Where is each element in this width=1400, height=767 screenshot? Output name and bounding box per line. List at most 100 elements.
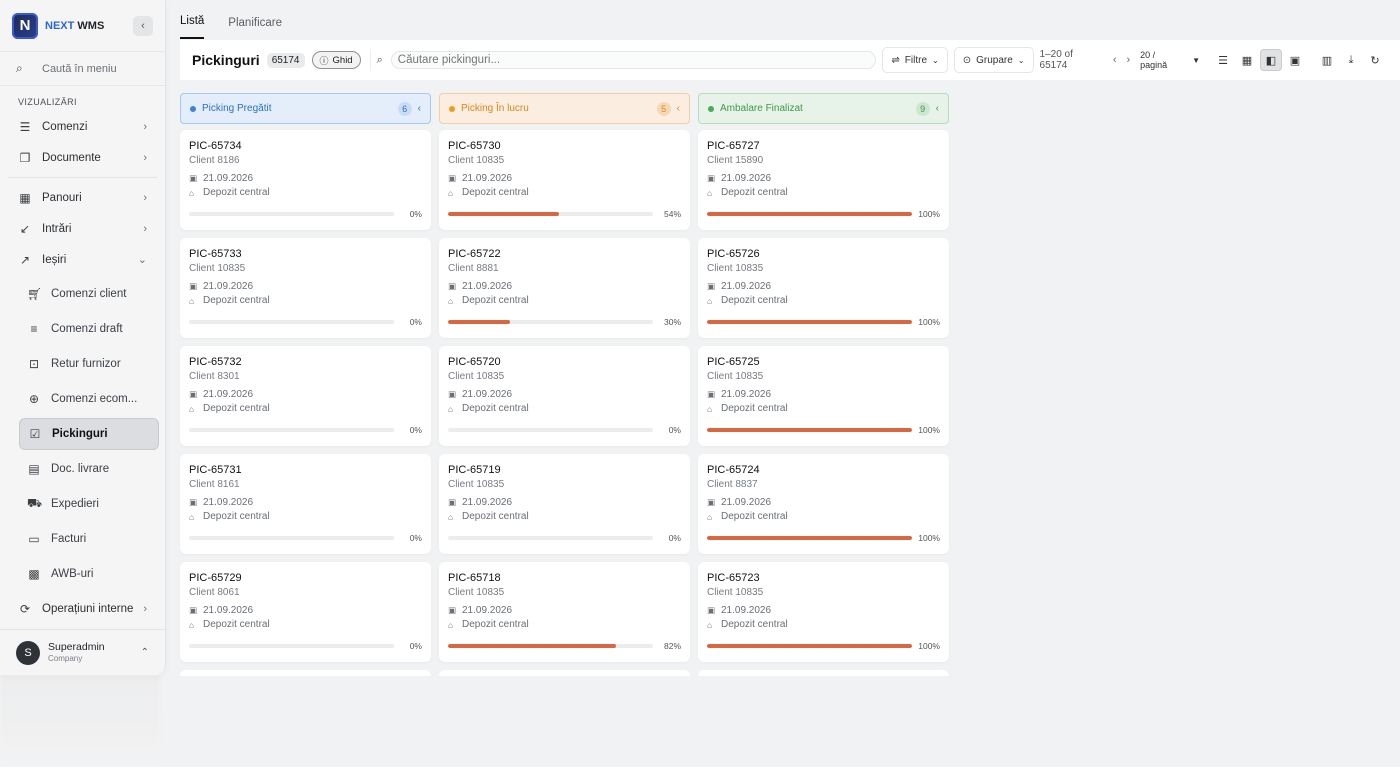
- sidebar-item-operatiuni-interne[interactable]: ⟳ Operațiuni interne ›: [0, 593, 165, 624]
- sidebar-subitem-facturi[interactable]: ▭ Facturi: [19, 523, 159, 555]
- sidebar-subitem-comenzi-ecom[interactable]: ⊕ Comenzi ecom...: [19, 383, 159, 415]
- documents-icon: ❐: [19, 150, 31, 165]
- prev-page-button[interactable]: ‹: [1113, 54, 1117, 66]
- invoice-icon: ▭: [28, 532, 40, 546]
- menu-search-placeholder: Caută în meniu: [42, 62, 117, 75]
- status-dot: [190, 105, 196, 112]
- column-header[interactable]: Ambalare Finalizat 9 ‹: [698, 93, 949, 124]
- calendar-icon: ▣: [707, 497, 716, 507]
- progress-value: 100%: [918, 533, 940, 543]
- warehouse-icon: ⌂: [707, 295, 713, 306]
- warehouse-icon: ⌂: [189, 403, 195, 414]
- sidebar-item-label: Comenzi: [42, 120, 88, 133]
- progress-track: [707, 428, 912, 432]
- qr-icon: ▩: [28, 567, 40, 581]
- list-view-icon[interactable]: ☰: [1212, 49, 1234, 71]
- progress-track: [707, 644, 912, 648]
- picking-card[interactable]: PIC-65734 Client 8186 ▣ 21.09.2026 ⌂ Dep…: [180, 130, 431, 230]
- sidebar-subitem-expedieri[interactable]: ⛟ Expedieri: [19, 488, 159, 520]
- download-icon[interactable]: ⤓: [1340, 49, 1362, 71]
- group-button[interactable]: ⊙ Grupare ⌄: [953, 47, 1034, 73]
- progress-value: 0%: [409, 641, 422, 651]
- user-menu[interactable]: S Superadmin Company ⌃: [0, 629, 165, 675]
- dashboard-icon: ▦: [19, 190, 31, 205]
- caret-down-icon: ▼: [1192, 55, 1200, 65]
- progress: 0%: [448, 425, 681, 435]
- sidebar-item-iesiri[interactable]: ↗ Ieșiri ⌄: [0, 244, 165, 275]
- picking-code: PIC-65720: [448, 356, 501, 368]
- client-name: Client 10835: [448, 587, 505, 598]
- calendar-view-icon[interactable]: ▣: [1284, 49, 1306, 71]
- picking-card[interactable]: PIC-65722 Client 8881 ▣ 21.09.2026 ⌂ Dep…: [439, 238, 690, 338]
- progress-value: 100%: [918, 641, 940, 651]
- sidebar-subitem-comenzi-draft[interactable]: ≡ Comenzi draft: [19, 313, 159, 345]
- picking-code: PIC-65730: [448, 140, 501, 152]
- card-warehouse: ⌂ Depozit central: [448, 403, 681, 414]
- menu-search[interactable]: ⌕ Caută în meniu: [0, 52, 165, 86]
- sidebar-subitem-retur-furnizor[interactable]: ⊡ Retur furnizor: [19, 348, 159, 380]
- calendar-icon: ▣: [189, 281, 198, 291]
- card-warehouse: ⌂ Depozit central: [189, 187, 422, 198]
- sidebar-subitem-label: Doc. livrare: [51, 463, 110, 475]
- picking-card[interactable]: PIC-65725 Client 10835 ▣ 21.09.2026 ⌂ De…: [698, 346, 949, 446]
- next-page-button[interactable]: ›: [1126, 54, 1130, 66]
- chevron-up-icon: ⌃: [140, 647, 149, 658]
- columns-icon[interactable]: ▥: [1316, 49, 1338, 71]
- app-logo[interactable]: N: [12, 12, 38, 39]
- sidebar-subitem-label: Comenzi draft: [51, 323, 123, 335]
- sidebar-subitem-awb[interactable]: ▩ AWB-uri: [19, 558, 159, 590]
- client-name: Client 10835: [707, 587, 764, 598]
- card-warehouse: ⌂ Depozit central: [448, 619, 681, 630]
- warehouse-value: Depozit central: [203, 403, 270, 414]
- picking-card[interactable]: PIC-65720 Client 10835 ▣ 21.09.2026 ⌂ De…: [439, 346, 690, 446]
- guide-label: Ghid: [332, 54, 353, 66]
- column-header[interactable]: Picking Pregătit 6 ‹: [180, 93, 431, 124]
- tab-lista[interactable]: Listă: [180, 15, 205, 39]
- column-title: Picking În lucru: [461, 103, 529, 114]
- calendar-icon: ▣: [189, 497, 198, 507]
- sidebar-item-documente[interactable]: ❐ Documente ›: [0, 142, 165, 173]
- card-date: ▣ 21.09.2026: [707, 389, 940, 400]
- sidebar-subitem-doc-livrare[interactable]: ▤ Doc. livrare: [19, 453, 159, 485]
- sidebar-item-intrari[interactable]: ↙ Intrări ›: [0, 213, 165, 244]
- picking-code: PIC-65723: [707, 572, 760, 584]
- collapse-column-icon[interactable]: ‹: [418, 103, 421, 114]
- picking-card[interactable]: PIC-65730 Client 10835 ▣ 21.09.2026 ⌂ De…: [439, 130, 690, 230]
- grid-view-icon[interactable]: ▦: [1236, 49, 1258, 71]
- collapse-column-icon[interactable]: ‹: [936, 103, 939, 114]
- picking-card[interactable]: PIC-65732 Client 8301 ▣ 21.09.2026 ⌂ Dep…: [180, 346, 431, 446]
- collapse-column-icon[interactable]: ‹: [677, 103, 680, 114]
- picking-card[interactable]: PIC-65733 Client 10835 ▣ 21.09.2026 ⌂ De…: [180, 238, 431, 338]
- picking-card[interactable]: PIC-65729 Client 8061 ▣ 21.09.2026 ⌂ Dep…: [180, 562, 431, 662]
- picking-code: PIC-65719: [448, 464, 501, 476]
- list-icon: ☰: [19, 119, 31, 134]
- picking-card[interactable]: PIC-65723 Client 10835 ▣ 21.09.2026 ⌂ De…: [698, 562, 949, 662]
- refresh-icon[interactable]: ↻: [1364, 49, 1386, 71]
- date-value: 21.09.2026: [462, 389, 513, 400]
- picking-card[interactable]: PIC-65726 Client 10835 ▣ 21.09.2026 ⌂ De…: [698, 238, 949, 338]
- page-size-value: 20 / pagină: [1140, 50, 1168, 70]
- kanban-view-icon[interactable]: ◧: [1260, 49, 1282, 71]
- picking-card[interactable]: PIC-65727 Client 15890 ▣ 21.09.2026 ⌂ De…: [698, 130, 949, 230]
- filter-button[interactable]: ⇌ Filtre ⌄: [882, 47, 948, 73]
- picking-card[interactable]: PIC-65731 Client 8161 ▣ 21.09.2026 ⌂ Dep…: [180, 454, 431, 554]
- picking-card[interactable]: PIC-65718 Client 10835 ▣ 21.09.2026 ⌂ De…: [439, 562, 690, 662]
- picking-card[interactable]: PIC-65724 Client 8837 ▣ 21.09.2026 ⌂ Dep…: [698, 454, 949, 554]
- sidebar-item-panouri[interactable]: ▦ Panouri ›: [0, 182, 165, 213]
- column-header[interactable]: Picking În lucru 5 ‹: [439, 93, 690, 124]
- guide-button[interactable]: ⓘ Ghid: [311, 51, 361, 69]
- card-date: ▣ 21.09.2026: [448, 389, 681, 400]
- picking-card[interactable]: PIC-65719 Client 10835 ▣ 21.09.2026 ⌂ De…: [439, 454, 690, 554]
- kanban-column: Ambalare Finalizat 9 ‹ PIC-65727 Client …: [698, 93, 949, 676]
- calendar-icon: ▣: [448, 173, 457, 183]
- sidebar-subitem-comenzi-client[interactable]: 🛒︎ Comenzi client: [19, 278, 159, 310]
- collapse-sidebar-button[interactable]: ‹: [133, 15, 153, 36]
- search-input[interactable]: [390, 51, 877, 69]
- tab-planificare[interactable]: Planificare: [228, 17, 282, 39]
- date-value: 21.09.2026: [721, 605, 772, 616]
- progress-track: [189, 212, 394, 216]
- sidebar-subitem-pickinguri[interactable]: ☑ Pickinguri: [19, 418, 159, 450]
- sidebar-item-comenzi[interactable]: ☰ Comenzi ›: [0, 111, 165, 142]
- page-size-select[interactable]: 20 / pagină ▼: [1140, 50, 1200, 70]
- warehouse-icon: ⌂: [189, 511, 195, 522]
